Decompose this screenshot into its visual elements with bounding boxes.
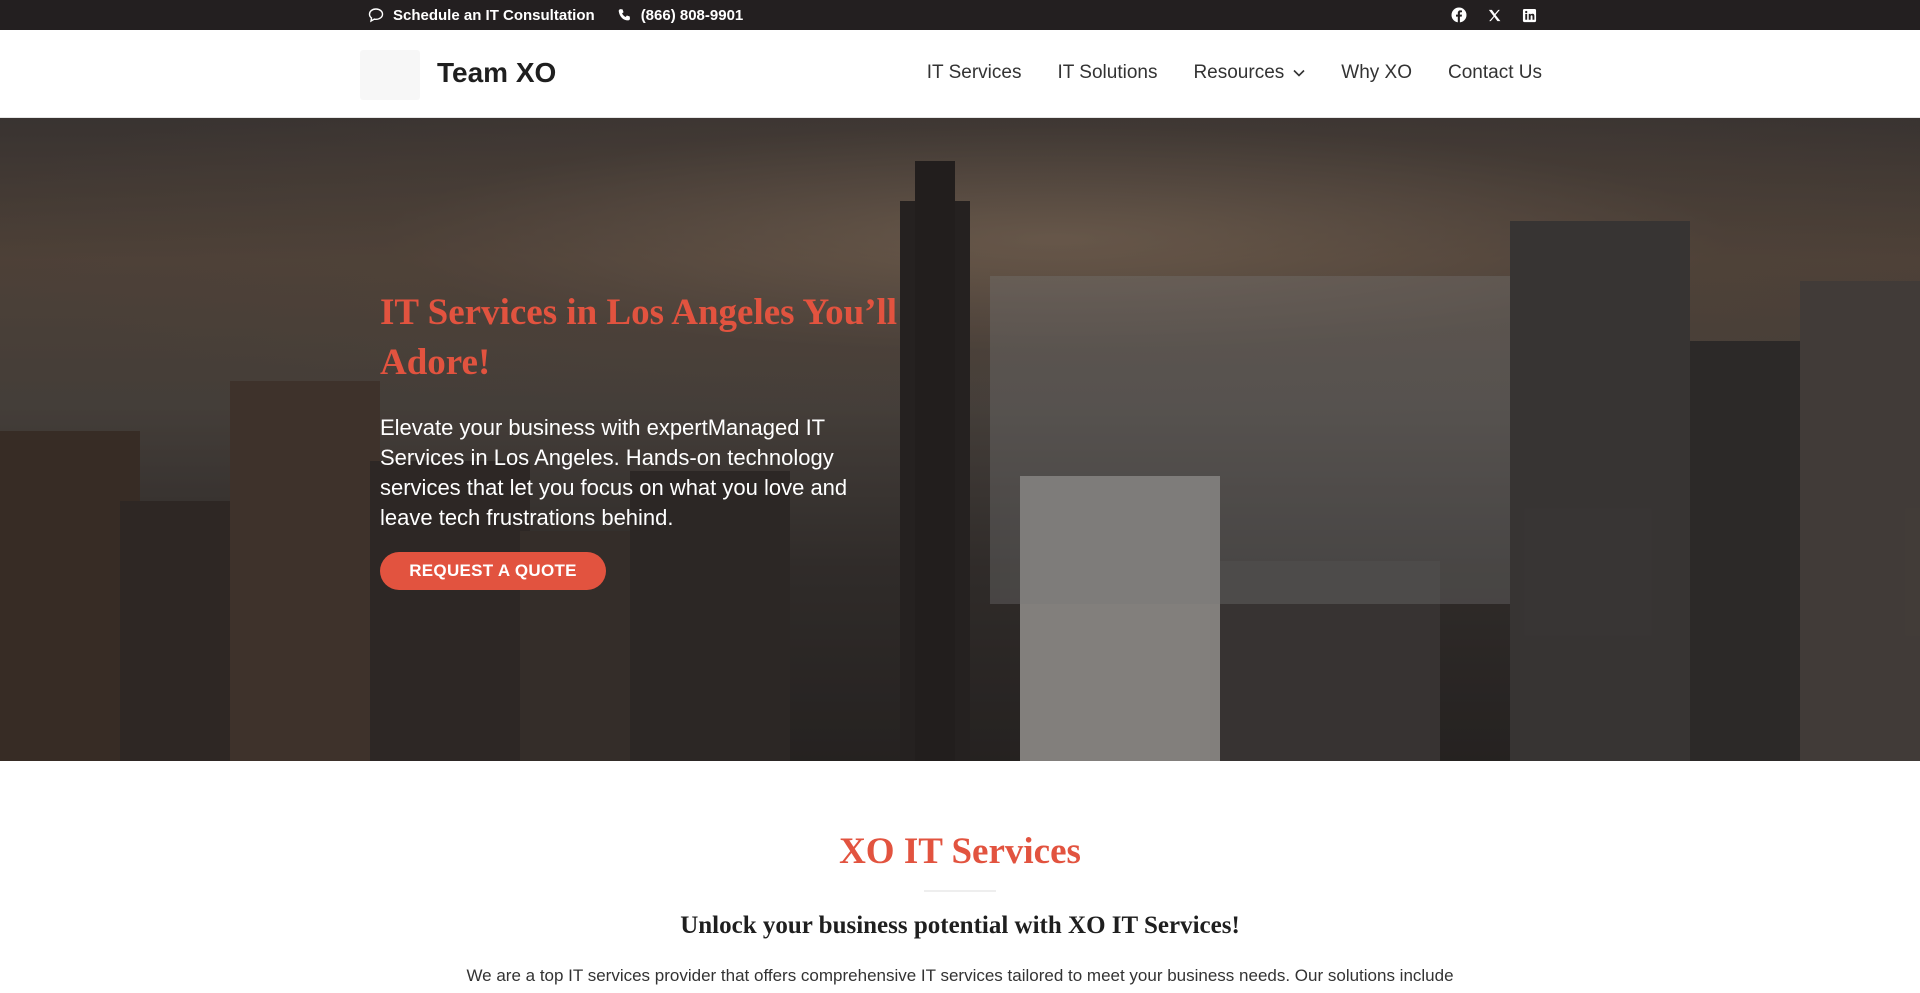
top-bar: Schedule an IT Consultation (866) 808-99…: [0, 0, 1920, 30]
chat-bubble-icon: [368, 8, 384, 23]
nav-label: Contact Us: [1448, 62, 1542, 83]
social-links: [1450, 6, 1555, 24]
nav-label: Why XO: [1341, 62, 1413, 83]
main-nav: IT Services IT Solutions Resources Why X…: [927, 62, 1542, 84]
hero-overlay: [0, 118, 1920, 761]
nav-label: IT Services: [926, 62, 1022, 83]
brand-name[interactable]: Team XO: [437, 57, 556, 89]
hero-media-placeholder: [990, 276, 1510, 604]
nav-why-xo[interactable]: Why XO: [1341, 62, 1412, 84]
nav-contact-us[interactable]: Contact Us: [1448, 62, 1542, 84]
site-header: Team XO IT Services IT Solutions Resourc…: [0, 30, 1920, 118]
schedule-consultation-link[interactable]: Schedule an IT Consultation: [368, 7, 595, 24]
hero-title: IT Services in Los Angeles You’ll Adore!: [380, 292, 898, 383]
nav-label: Resources: [1193, 62, 1285, 83]
linkedin-icon[interactable]: [1520, 6, 1538, 24]
section-subtitle: Unlock your business potential with XO I…: [680, 912, 1240, 939]
section-body: We are a top IT services provider that o…: [466, 966, 1454, 985]
chevron-down-icon: [1293, 69, 1305, 77]
nav-it-solutions[interactable]: IT Solutions: [1057, 62, 1157, 84]
request-quote-button[interactable]: REQUEST A QUOTE: [380, 552, 606, 590]
hero-section: IT Services in Los Angeles You’ll Adore!…: [0, 118, 1920, 761]
schedule-consultation-label: Schedule an IT Consultation: [393, 6, 595, 24]
section-title: XO IT Services: [839, 831, 1081, 872]
section-divider: [924, 890, 996, 892]
x-icon[interactable]: [1485, 6, 1503, 24]
nav-it-services[interactable]: IT Services: [927, 62, 1022, 84]
nav-label: IT Solutions: [1057, 62, 1158, 83]
hero-description: Elevate your business with expertManaged…: [380, 415, 848, 530]
nav-resources[interactable]: Resources: [1193, 62, 1305, 84]
facebook-icon[interactable]: [1450, 6, 1468, 24]
logo-image[interactable]: [360, 50, 420, 100]
phone-link[interactable]: (866) 808-9901: [617, 6, 744, 24]
phone-icon: [618, 8, 630, 20]
phone-label: (866) 808-9901: [640, 6, 744, 24]
